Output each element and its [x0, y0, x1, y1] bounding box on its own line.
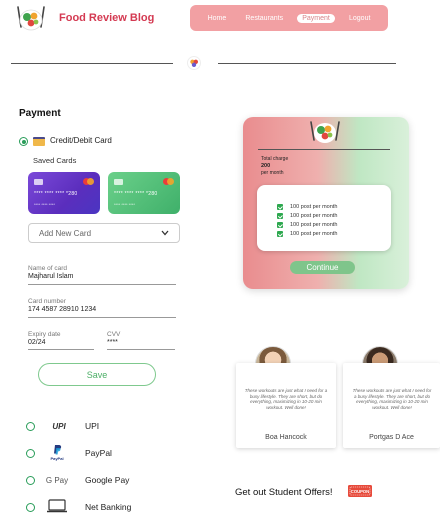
card-details: **** **** **** — [114, 202, 135, 207]
paypal-icon — [53, 445, 61, 455]
testimonial-author: Portgas D Ace — [369, 434, 414, 441]
chevron-down-icon — [161, 230, 169, 236]
radio-upi[interactable] — [26, 422, 35, 431]
student-offers-link[interactable]: Get out Student Offers! — [235, 487, 333, 498]
nav-logout[interactable]: Logout — [344, 14, 375, 23]
total-charge-value: 200 — [261, 163, 271, 169]
food-bowl-logo — [17, 6, 45, 31]
paypal-logo: PayPal — [47, 444, 67, 462]
coupon-icon[interactable]: COUPON — [347, 483, 373, 499]
testimonial-quote: These workouts are just what I need for … — [352, 388, 432, 410]
testimonial-author: Boa Hancock — [265, 434, 307, 441]
nav-restaurants[interactable]: Restaurants — [240, 14, 288, 23]
feature-text: 100 post per month — [290, 231, 338, 237]
card-number-field[interactable]: 174 4587 28910 1234 — [28, 306, 96, 313]
laptop-icon — [47, 499, 67, 513]
plan-features-box: 100 post per month 100 post per month 10… — [257, 185, 391, 251]
name-field[interactable]: Majharul Islam — [28, 273, 74, 280]
expiry-label: Expiry date — [28, 331, 61, 338]
credit-card-label: Credit/Debit Card — [50, 136, 112, 145]
credit-card-icon — [33, 137, 45, 146]
card-details: **** **** **** — [34, 202, 55, 207]
saved-card-1[interactable]: **** **** **** *280 **** **** **** — [28, 172, 100, 214]
radio-credit-card[interactable] — [19, 137, 28, 146]
mastercard-icon — [163, 178, 174, 185]
charge-period: per month — [261, 170, 284, 176]
testimonial-card: These workouts are just what I need for … — [236, 363, 336, 448]
feature-item: 100 post per month — [277, 213, 337, 219]
paypal-logo-text: PayPal — [50, 456, 64, 461]
main-nav: Home Restaurants Payment Logout — [190, 5, 388, 31]
divider-ornament-icon — [187, 56, 201, 70]
divider-left — [11, 63, 173, 64]
save-button[interactable]: Save — [38, 363, 156, 386]
check-icon — [277, 213, 283, 219]
feature-text: 100 post per month — [290, 222, 338, 228]
upi-label: UPI — [85, 421, 100, 431]
food-bowl-icon — [310, 121, 340, 143]
upi-logo: UPI — [52, 421, 66, 431]
continue-button[interactable]: Continue — [290, 261, 355, 274]
saved-card-2[interactable]: **** **** **** *280 **** **** **** — [108, 172, 180, 214]
card-chip-icon — [34, 179, 43, 185]
brand-name[interactable]: Food Review Blog — [59, 12, 154, 24]
add-new-card-dropdown[interactable]: Add New Card — [28, 223, 180, 243]
cvv-underline — [107, 349, 175, 350]
card-number-underline — [28, 317, 176, 318]
payment-title: Payment — [19, 108, 61, 119]
coupon-text: COUPON — [351, 489, 369, 494]
total-charge-label: Total charge — [261, 156, 289, 162]
feature-text: 100 post per month — [290, 204, 338, 210]
radio-google-pay[interactable] — [26, 476, 35, 485]
check-icon — [277, 222, 283, 228]
paypal-label: PayPal — [85, 448, 112, 458]
feature-item: 100 post per month — [277, 231, 337, 237]
nav-home[interactable]: Home — [203, 14, 232, 23]
mastercard-icon — [83, 178, 94, 185]
testimonial-card: These workouts are just what I need for … — [343, 363, 440, 448]
expiry-field[interactable]: 02/24 — [28, 339, 46, 346]
check-icon — [277, 204, 283, 210]
feature-item: 100 post per month — [277, 204, 337, 210]
testimonial-quote: These workouts are just what I need for … — [244, 388, 328, 410]
name-label: Name of card — [28, 265, 68, 272]
card-number-label: Card number — [28, 298, 66, 305]
divider-right — [218, 63, 396, 64]
saved-cards-label: Saved Cards — [33, 156, 77, 165]
panel-divider — [258, 149, 390, 150]
google-pay-label: Google Pay — [85, 475, 130, 485]
feature-text: 100 post per month — [290, 213, 338, 219]
cvv-field[interactable]: **** — [107, 339, 118, 346]
nav-payment[interactable]: Payment — [297, 13, 335, 23]
card-chip-icon — [114, 179, 123, 185]
card-number: **** **** **** *280 — [114, 191, 158, 197]
feature-item: 100 post per month — [277, 222, 337, 228]
radio-net-banking[interactable] — [26, 503, 35, 512]
google-pay-logo: G Pay — [45, 475, 69, 485]
cvv-label: CVV — [107, 331, 121, 338]
net-banking-label: Net Banking — [85, 502, 132, 512]
name-field-underline — [28, 284, 176, 285]
add-new-card-label: Add New Card — [39, 228, 92, 238]
plan-summary-panel: Total charge 200 per month 100 post per … — [243, 117, 409, 289]
check-icon — [277, 231, 283, 237]
card-number: **** **** **** *280 — [34, 191, 78, 197]
expiry-underline — [28, 349, 94, 350]
radio-paypal[interactable] — [26, 449, 35, 458]
